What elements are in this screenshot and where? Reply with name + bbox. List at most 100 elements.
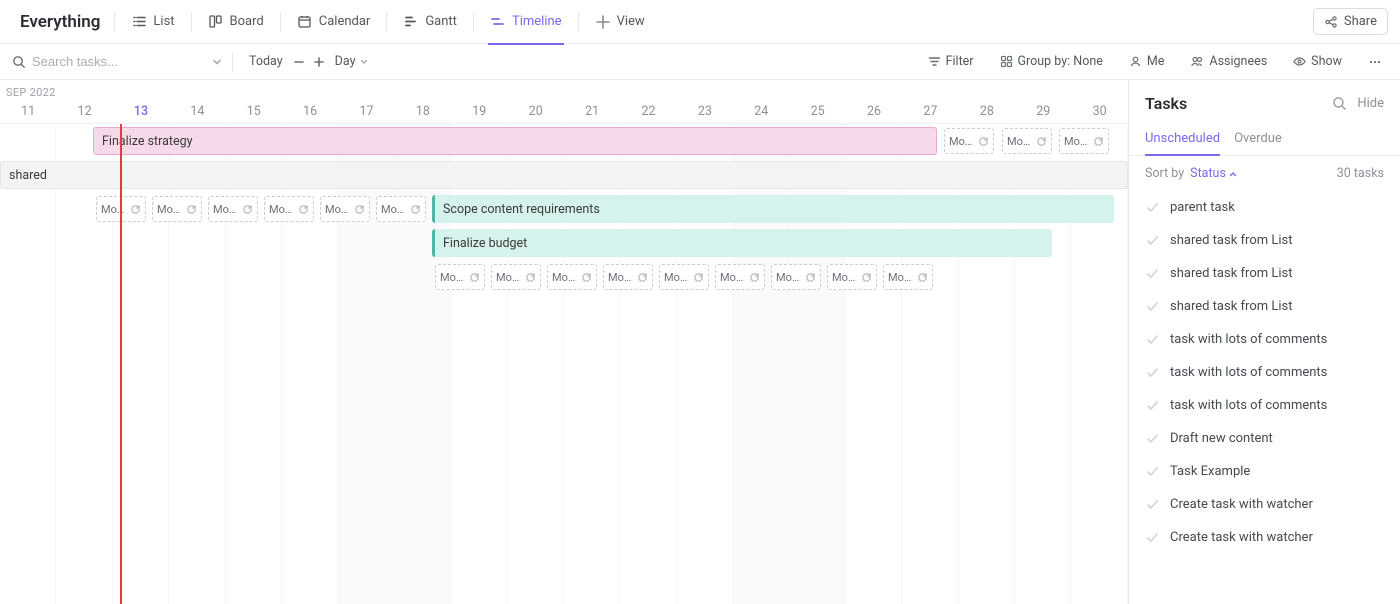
recurring-icon [805, 272, 816, 283]
view-tab-label: Gantt [425, 14, 457, 29]
timeline-bar[interactable]: Finalize budget [432, 229, 1052, 257]
task-item[interactable]: Create task with watcher [1129, 488, 1400, 521]
view-tab-timeline[interactable]: Timeline [480, 0, 572, 44]
view-tab-list[interactable]: List [121, 0, 184, 44]
eye-icon [1293, 55, 1306, 68]
task-item[interactable]: Draft new content [1129, 422, 1400, 455]
task-name: shared task from List [1170, 299, 1292, 314]
divider [232, 53, 233, 71]
task-item[interactable]: Create task with watcher [1129, 521, 1400, 554]
assignees-button[interactable]: Assignees [1184, 50, 1273, 73]
recurring-chip[interactable]: Mo… [320, 196, 370, 222]
day-header: 23 [677, 104, 733, 119]
recurring-chip[interactable]: Mo… [1002, 128, 1052, 154]
timeline-bar[interactable]: Finalize strategy [93, 127, 937, 155]
task-item[interactable]: shared task from List [1129, 257, 1400, 290]
task-item[interactable]: task with lots of comments [1129, 323, 1400, 356]
recurring-chip[interactable]: Mo… [435, 264, 485, 290]
show-button[interactable]: Show [1287, 50, 1348, 73]
recurring-icon [749, 272, 760, 283]
recurring-chip[interactable]: Mo… [547, 264, 597, 290]
recurring-chip[interactable]: Mo… [152, 196, 202, 222]
recurring-chip[interactable]: Mo… [603, 264, 653, 290]
view-tab-calendar[interactable]: Calendar [287, 0, 381, 44]
task-name: parent task [1170, 200, 1235, 215]
day-header: 22 [620, 104, 676, 119]
timeline-bar[interactable]: Scope content requirements [432, 195, 1114, 223]
hide-button[interactable]: Hide [1357, 96, 1384, 111]
recurring-chip[interactable]: Mo… [659, 264, 709, 290]
recurring-icon [354, 204, 365, 215]
tasks-tab-unscheduled[interactable]: Unscheduled [1145, 125, 1220, 155]
task-item[interactable]: shared task from List [1129, 224, 1400, 257]
filter-button[interactable]: Filter [922, 50, 980, 73]
sort-value[interactable]: Status [1190, 166, 1237, 181]
recurring-chip[interactable]: Mo… [264, 196, 314, 222]
recurring-icon [410, 204, 421, 215]
tasks-panel: Tasks Hide UnscheduledOverdue Sort by St… [1128, 80, 1400, 604]
bar-label: Scope content requirements [443, 202, 600, 217]
timeline-bar[interactable]: shared [0, 161, 1128, 189]
day-header: 13 [113, 104, 169, 119]
today-indicator [120, 124, 122, 604]
board-icon [208, 14, 224, 30]
recurring-icon [1093, 136, 1104, 147]
me-button[interactable]: Me [1123, 50, 1171, 73]
share-button[interactable]: Share [1313, 8, 1388, 35]
divider [386, 12, 387, 32]
more-button[interactable] [1362, 51, 1388, 73]
recurring-icon [861, 272, 872, 283]
recurring-chip[interactable]: Mo… [944, 128, 994, 154]
view-tab-board[interactable]: Board [198, 0, 274, 44]
recurring-icon [469, 272, 480, 283]
chevron-down-icon[interactable] [212, 57, 222, 67]
sort-by-label: Sort by [1145, 166, 1184, 181]
task-list[interactable]: parent task shared task from List shared t… [1129, 191, 1400, 604]
ellipsis-icon [1368, 55, 1382, 69]
day-header: 28 [959, 104, 1015, 119]
recurring-chip[interactable]: Mo… [715, 264, 765, 290]
recurring-chip[interactable]: Mo… [883, 264, 933, 290]
add-view-button[interactable]: View [585, 0, 655, 44]
zoom-in-button[interactable] [309, 52, 329, 72]
task-item[interactable]: Task Example [1129, 455, 1400, 488]
day-header: 11 [0, 104, 56, 119]
tasks-tab-overdue[interactable]: Overdue [1234, 125, 1282, 155]
recurring-chip[interactable]: Mo… [208, 196, 258, 222]
month-label: SEP 2022 [0, 80, 1128, 99]
plus-icon [595, 14, 611, 30]
check-icon [1145, 398, 1160, 413]
task-item[interactable]: task with lots of comments [1129, 356, 1400, 389]
divider [280, 12, 281, 32]
search-input[interactable] [32, 54, 182, 69]
recurring-chip[interactable]: Mo… [1059, 128, 1109, 154]
task-name: Create task with watcher [1170, 530, 1313, 545]
recurring-chip[interactable]: Mo… [827, 264, 877, 290]
recurring-chip[interactable]: Mo… [771, 264, 821, 290]
view-tab-label: List [153, 14, 174, 29]
task-name: task with lots of comments [1170, 398, 1327, 413]
task-name: task with lots of comments [1170, 332, 1327, 347]
zoom-out-button[interactable] [289, 52, 309, 72]
check-icon [1145, 200, 1160, 215]
view-tab-gantt[interactable]: Gantt [393, 0, 467, 44]
group-by-button[interactable]: Group by: None [994, 50, 1109, 73]
search-icon[interactable] [1332, 96, 1347, 111]
recurring-chip[interactable]: Mo… [491, 264, 541, 290]
assignees-label: Assignees [1209, 54, 1267, 69]
today-button[interactable]: Today [243, 50, 289, 73]
task-name: shared task from List [1170, 233, 1292, 248]
task-item[interactable]: task with lots of comments [1129, 389, 1400, 422]
task-item[interactable]: shared task from List [1129, 290, 1400, 323]
task-item[interactable]: parent task [1129, 191, 1400, 224]
recurring-icon [693, 272, 704, 283]
scale-selector[interactable]: Day [329, 50, 375, 73]
day-header: 15 [226, 104, 282, 119]
check-icon [1145, 266, 1160, 281]
recurring-chip[interactable]: Mo… [376, 196, 426, 222]
filter-icon [928, 55, 941, 68]
group-by-icon [1000, 55, 1013, 68]
day-header: 25 [789, 104, 845, 119]
timeline-grid[interactable]: Finalize strategy shared Scope content req… [0, 123, 1128, 604]
recurring-icon [917, 272, 928, 283]
